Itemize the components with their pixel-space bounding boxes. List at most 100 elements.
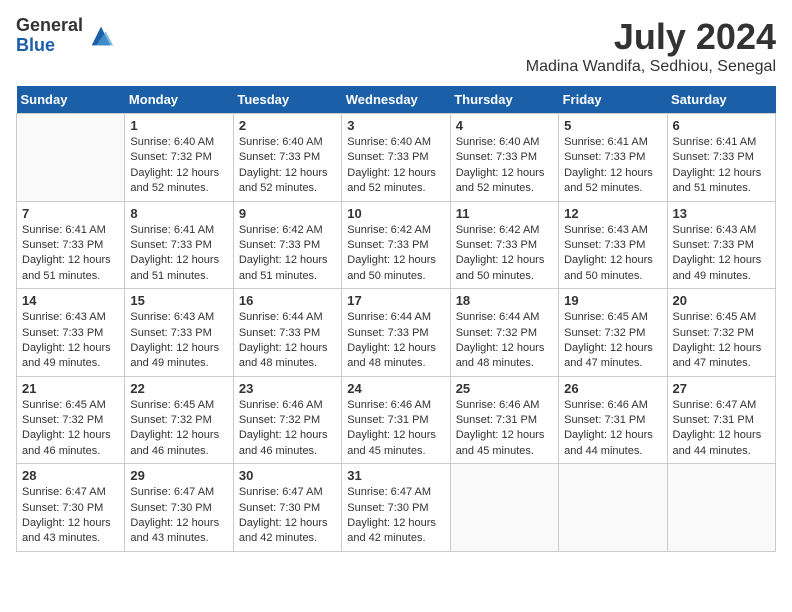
calendar-cell: 4Sunrise: 6:40 AMSunset: 7:33 PMDaylight… [450,114,558,202]
calendar-week-row: 7Sunrise: 6:41 AMSunset: 7:33 PMDaylight… [17,201,776,289]
day-info: Sunrise: 6:43 AMSunset: 7:33 PMDaylight:… [673,223,770,285]
calendar-week-row: 28 Sunrise: 6:47 AMSunset: 7:30 PMDayligh… [17,464,776,552]
day-number: 10 [347,206,444,221]
calendar-cell: 29 Sunrise: 6:47 AMSunset: 7:30 PMDayligh… [125,464,233,552]
calendar-cell: 13 Sunrise: 6:43 AMSunset: 7:33 PMDayligh… [667,201,775,289]
day-number: 29 [130,468,227,483]
day-info: Sunrise: 6:45 AMSunset: 7:32 PMDaylight:… [564,310,661,372]
calendar-cell: 31Sunrise: 6:47 AMSunset: 7:30 PMDayligh… [342,464,450,552]
day-number: 15 [130,293,227,308]
calendar-cell [667,464,775,552]
day-info: Sunrise: 6:43 AMSunset: 7:33 PMDaylight:… [564,223,661,285]
day-number: 14 [22,293,119,308]
day-info: Sunrise: 6:42 AMSunset: 7:33 PMDaylight:… [456,223,553,285]
page-header: General Blue July 2024 Madina Wandifa, S… [16,16,776,76]
calendar-cell: 20 Sunrise: 6:45 AMSunset: 7:32 PMDayligh… [667,289,775,377]
day-info: Sunrise: 6:43 AMSunset: 7:33 PMDaylight:… [130,310,227,372]
calendar-cell [450,464,558,552]
calendar-week-row: 1 Sunrise: 6:40 AMSunset: 7:32 PMDaylight… [17,114,776,202]
day-number: 2 [239,118,336,133]
calendar-cell: 16 Sunrise: 6:44 AMSunset: 7:33 PMDayligh… [233,289,341,377]
header-friday: Friday [559,86,667,114]
day-info: Sunrise: 6:42 AMSunset: 7:33 PMDaylight:… [239,223,336,285]
day-info: Sunrise: 6:46 AMSunset: 7:31 PMDaylight:… [347,398,444,460]
day-number: 9 [239,206,336,221]
calendar-week-row: 14 Sunrise: 6:43 AMSunset: 7:33 PMDayligh… [17,289,776,377]
day-number: 31 [347,468,444,483]
day-info: Sunrise: 6:41 AMSunset: 7:33 PMDaylight:… [22,223,119,285]
calendar-cell: 12 Sunrise: 6:43 AMSunset: 7:33 PMDayligh… [559,201,667,289]
calendar-cell: 15 Sunrise: 6:43 AMSunset: 7:33 PMDayligh… [125,289,233,377]
calendar-cell: 27Sunrise: 6:47 AMSunset: 7:31 PMDayligh… [667,376,775,464]
day-number: 28 [22,468,119,483]
day-number: 12 [564,206,661,221]
day-number: 30 [239,468,336,483]
calendar-cell [559,464,667,552]
calendar-cell: 19 Sunrise: 6:45 AMSunset: 7:32 PMDayligh… [559,289,667,377]
day-info: Sunrise: 6:46 AMSunset: 7:32 PMDaylight:… [239,398,336,460]
day-info: Sunrise: 6:44 AMSunset: 7:33 PMDaylight:… [239,310,336,372]
day-number: 1 [130,118,227,133]
calendar-cell: 8Sunrise: 6:41 AMSunset: 7:33 PMDaylight… [125,201,233,289]
day-info: Sunrise: 6:40 AMSunset: 7:33 PMDaylight:… [239,135,336,197]
day-info: Sunrise: 6:47 AMSunset: 7:30 PMDaylight:… [22,485,119,547]
calendar-cell: 18Sunrise: 6:44 AMSunset: 7:32 PMDayligh… [450,289,558,377]
day-number: 19 [564,293,661,308]
day-number: 16 [239,293,336,308]
calendar-cell: 25Sunrise: 6:46 AMSunset: 7:31 PMDayligh… [450,376,558,464]
day-number: 6 [673,118,770,133]
day-number: 26 [564,381,661,396]
calendar-cell: 21 Sunrise: 6:45 AMSunset: 7:32 PMDayligh… [17,376,125,464]
calendar-cell: 2 Sunrise: 6:40 AMSunset: 7:33 PMDaylight… [233,114,341,202]
header-saturday: Saturday [667,86,775,114]
day-info: Sunrise: 6:47 AMSunset: 7:30 PMDaylight:… [239,485,336,547]
day-info: Sunrise: 6:40 AMSunset: 7:33 PMDaylight:… [347,135,444,197]
day-info: Sunrise: 6:46 AMSunset: 7:31 PMDaylight:… [456,398,553,460]
calendar-cell: 14 Sunrise: 6:43 AMSunset: 7:33 PMDayligh… [17,289,125,377]
day-number: 20 [673,293,770,308]
day-info: Sunrise: 6:46 AMSunset: 7:31 PMDaylight:… [564,398,661,460]
day-info: Sunrise: 6:40 AMSunset: 7:33 PMDaylight:… [456,135,553,197]
calendar-cell: 23 Sunrise: 6:46 AMSunset: 7:32 PMDayligh… [233,376,341,464]
day-number: 5 [564,118,661,133]
day-info: Sunrise: 6:42 AMSunset: 7:33 PMDaylight:… [347,223,444,285]
title-block: July 2024 Madina Wandifa, Sedhiou, Seneg… [526,16,776,76]
logo: General Blue [16,16,115,56]
calendar-week-row: 21 Sunrise: 6:45 AMSunset: 7:32 PMDayligh… [17,376,776,464]
calendar-cell: 22Sunrise: 6:45 AMSunset: 7:32 PMDayligh… [125,376,233,464]
calendar-cell [17,114,125,202]
logo-general-text: General [16,16,83,36]
day-info: Sunrise: 6:47 AMSunset: 7:30 PMDaylight:… [130,485,227,547]
day-number: 27 [673,381,770,396]
logo-icon [87,22,115,50]
day-number: 21 [22,381,119,396]
header-sunday: Sunday [17,86,125,114]
calendar-cell: 17Sunrise: 6:44 AMSunset: 7:33 PMDayligh… [342,289,450,377]
day-info: Sunrise: 6:45 AMSunset: 7:32 PMDaylight:… [673,310,770,372]
calendar-cell: 5 Sunrise: 6:41 AMSunset: 7:33 PMDaylight… [559,114,667,202]
day-info: Sunrise: 6:41 AMSunset: 7:33 PMDaylight:… [130,223,227,285]
calendar-cell: 9 Sunrise: 6:42 AMSunset: 7:33 PMDaylight… [233,201,341,289]
day-number: 13 [673,206,770,221]
calendar-cell: 6Sunrise: 6:41 AMSunset: 7:33 PMDaylight… [667,114,775,202]
calendar-cell: 7Sunrise: 6:41 AMSunset: 7:33 PMDaylight… [17,201,125,289]
month-title: July 2024 [526,16,776,58]
header-monday: Monday [125,86,233,114]
calendar-table: SundayMondayTuesdayWednesdayThursdayFrid… [16,86,776,552]
calendar-cell: 3Sunrise: 6:40 AMSunset: 7:33 PMDaylight… [342,114,450,202]
day-number: 22 [130,381,227,396]
header-wednesday: Wednesday [342,86,450,114]
day-info: Sunrise: 6:40 AMSunset: 7:32 PMDaylight:… [130,135,227,197]
day-number: 11 [456,206,553,221]
day-info: Sunrise: 6:43 AMSunset: 7:33 PMDaylight:… [22,310,119,372]
day-info: Sunrise: 6:45 AMSunset: 7:32 PMDaylight:… [22,398,119,460]
day-info: Sunrise: 6:44 AMSunset: 7:33 PMDaylight:… [347,310,444,372]
calendar-cell: 26 Sunrise: 6:46 AMSunset: 7:31 PMDayligh… [559,376,667,464]
header-thursday: Thursday [450,86,558,114]
calendar-cell: 11 Sunrise: 6:42 AMSunset: 7:33 PMDayligh… [450,201,558,289]
logo-blue-text: Blue [16,36,83,56]
calendar-cell: 1 Sunrise: 6:40 AMSunset: 7:32 PMDaylight… [125,114,233,202]
day-number: 23 [239,381,336,396]
calendar-cell: 24Sunrise: 6:46 AMSunset: 7:31 PMDayligh… [342,376,450,464]
day-info: Sunrise: 6:41 AMSunset: 7:33 PMDaylight:… [564,135,661,197]
